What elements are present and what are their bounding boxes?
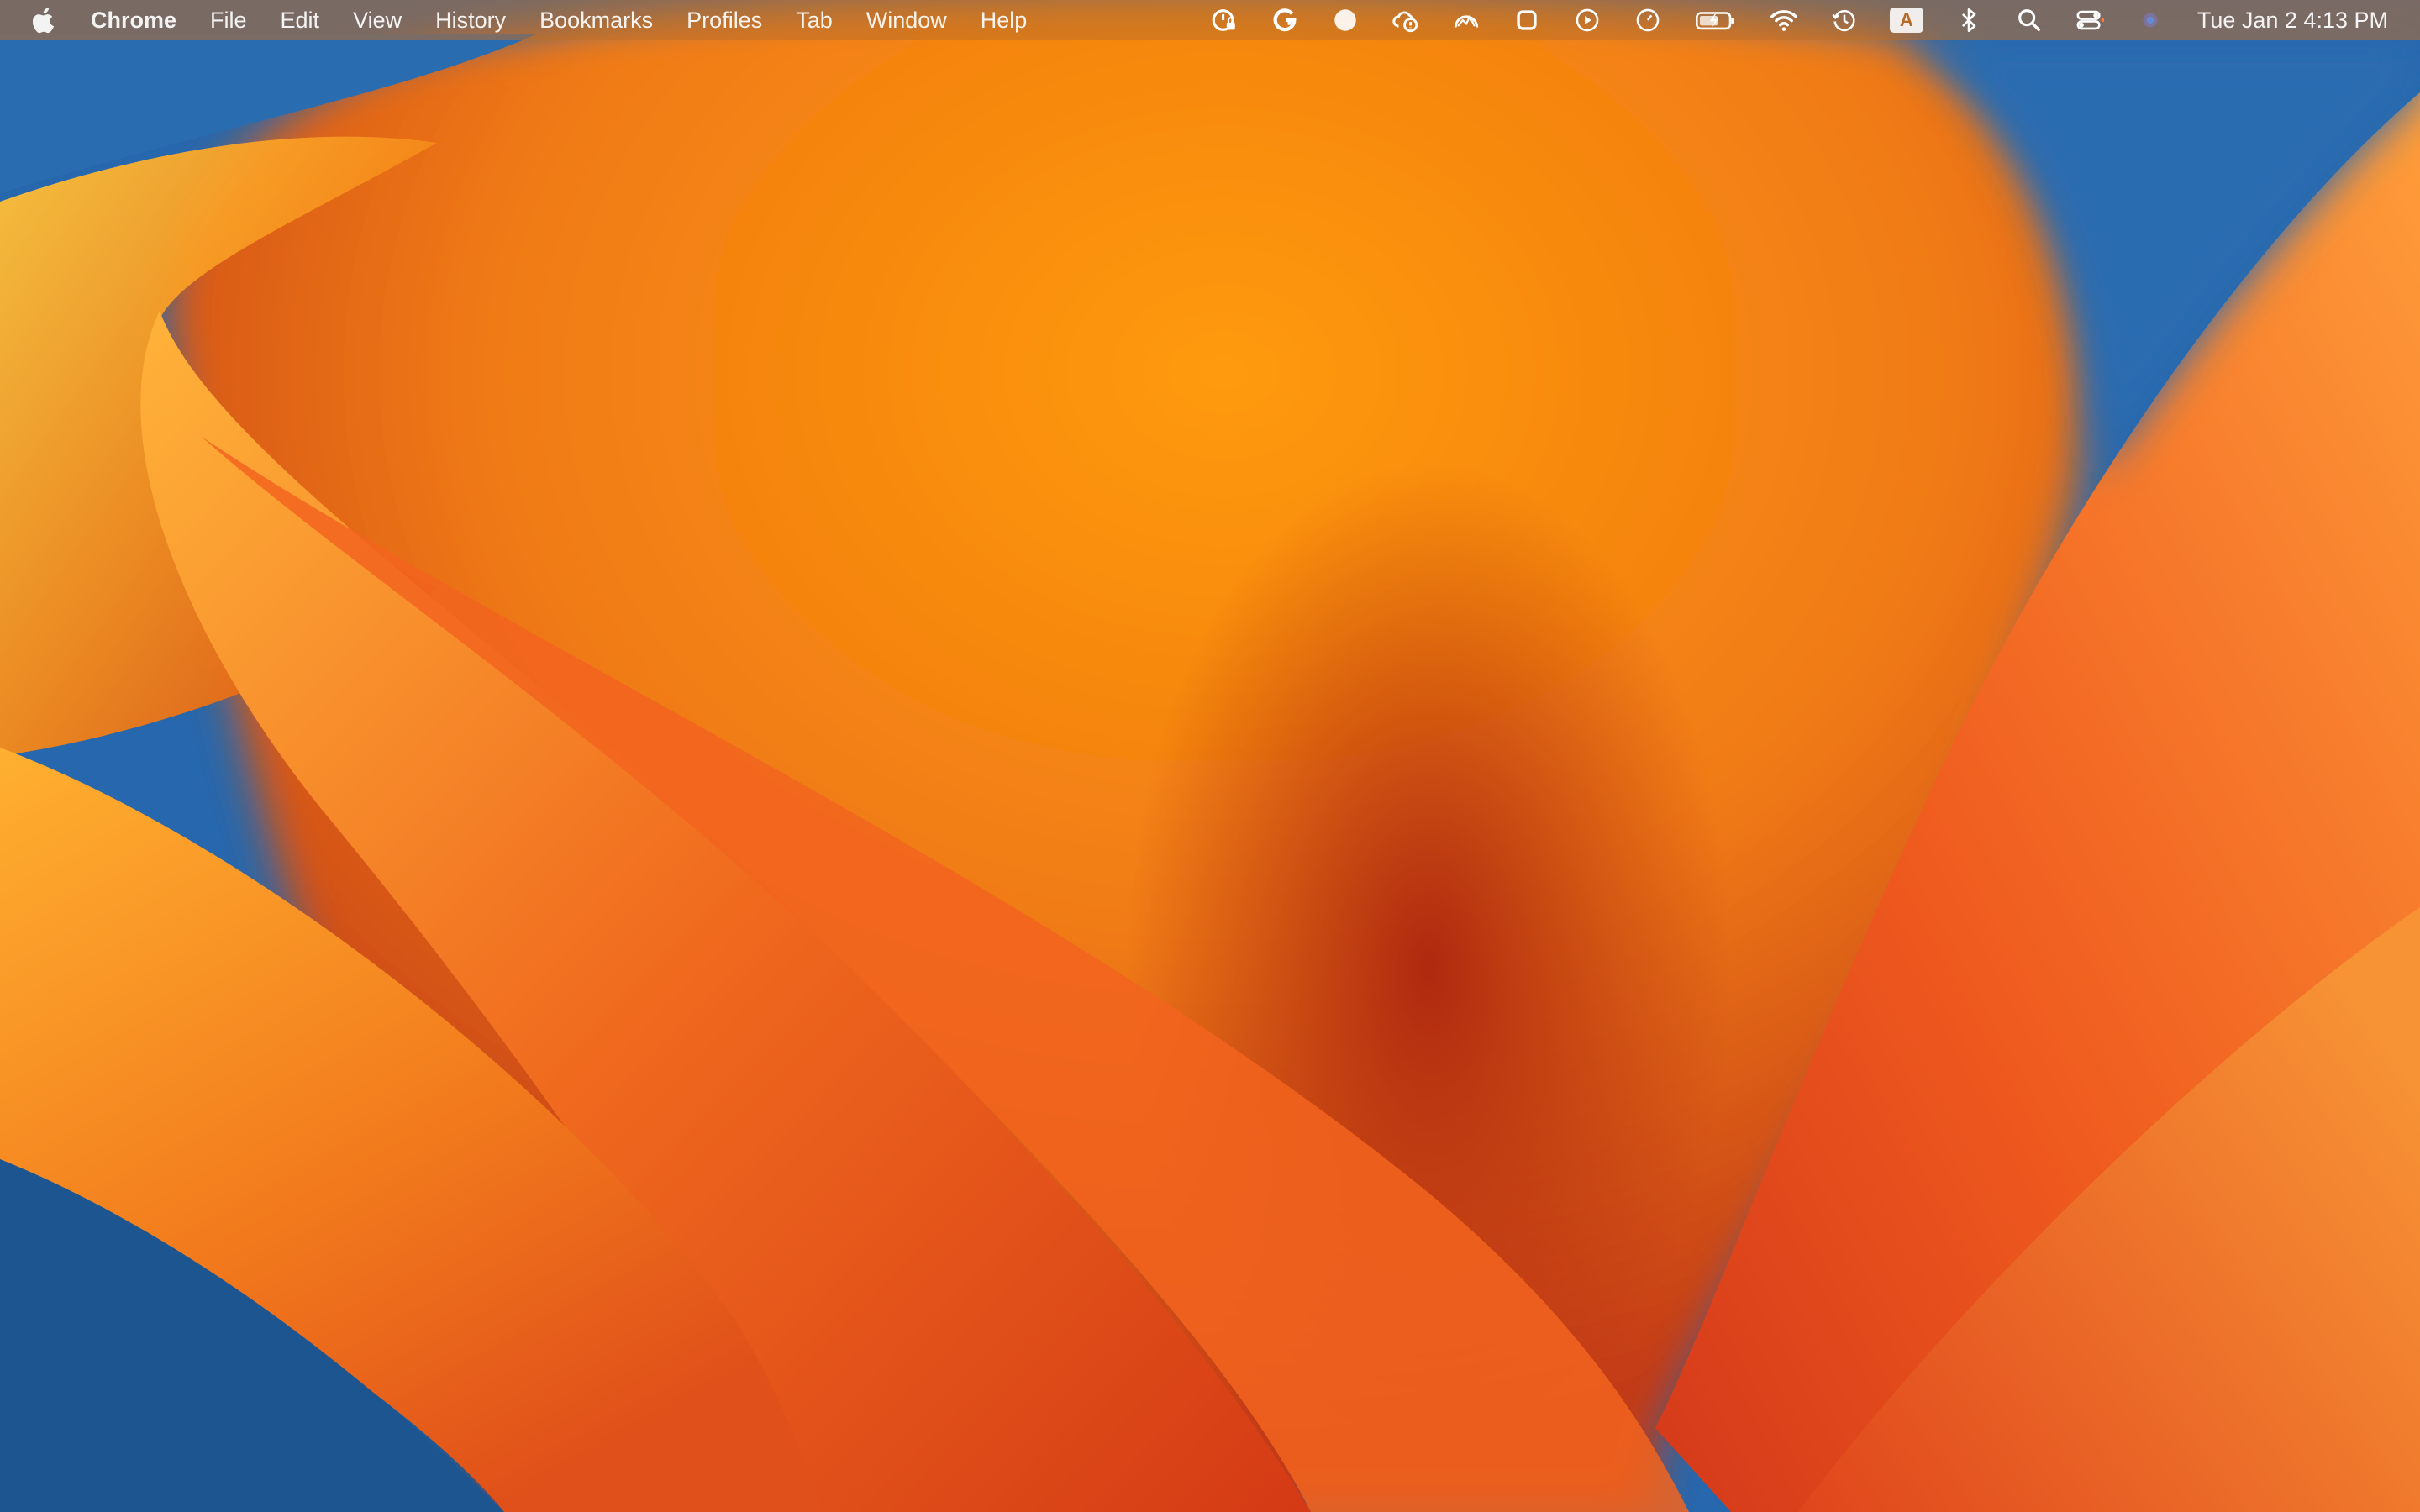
menu-profiles[interactable]: Profiles xyxy=(687,0,762,40)
bluetooth-icon[interactable] xyxy=(1954,5,1984,35)
play-circle-icon[interactable] xyxy=(1572,5,1602,35)
app-menu-chrome[interactable]: Chrome xyxy=(91,0,176,40)
menu-bar-right: A Tue Jan 2 4:13 PM xyxy=(1179,0,2388,40)
menu-history[interactable]: History xyxy=(435,0,506,40)
cloud-alert-icon[interactable] xyxy=(1391,5,1421,35)
menu-bar: Chrome File Edit View History Bookmarks … xyxy=(0,0,2420,40)
wifi-icon[interactable] xyxy=(1769,5,1799,35)
activity-monitor-icon[interactable] xyxy=(1451,5,1481,35)
menu-file[interactable]: File xyxy=(210,0,247,40)
menu-window[interactable]: Window xyxy=(866,0,947,40)
menu-bar-clock[interactable]: Tue Jan 2 4:13 PM xyxy=(2197,0,2388,40)
menu-tab[interactable]: Tab xyxy=(796,0,833,40)
menu-help[interactable]: Help xyxy=(981,0,1028,40)
menu-bar-left: Chrome File Edit View History Bookmarks … xyxy=(30,0,1060,40)
wallpaper xyxy=(0,0,2420,1512)
rounded-square-icon[interactable] xyxy=(1512,5,1542,35)
menu-edit[interactable]: Edit xyxy=(281,0,320,40)
input-source-badge[interactable]: A xyxy=(1889,8,1923,33)
desktop: Chrome File Edit View History Bookmarks … xyxy=(0,0,2420,1512)
spotlight-search-icon[interactable] xyxy=(2014,5,2044,35)
menu-bookmarks[interactable]: Bookmarks xyxy=(539,0,653,40)
siri-icon[interactable] xyxy=(2135,5,2165,35)
menu-view[interactable]: View xyxy=(353,0,402,40)
grammarly-icon[interactable] xyxy=(1270,5,1300,35)
timer-icon[interactable] xyxy=(1633,5,1663,35)
time-machine-icon[interactable] xyxy=(1829,5,1860,35)
apple-menu-icon[interactable] xyxy=(30,6,59,34)
password-lock-icon[interactable] xyxy=(1209,5,1239,35)
control-center-icon[interactable] xyxy=(2075,5,2105,35)
circle-dot-icon[interactable] xyxy=(1330,5,1360,35)
battery-charging-icon[interactable] xyxy=(1693,5,1739,35)
